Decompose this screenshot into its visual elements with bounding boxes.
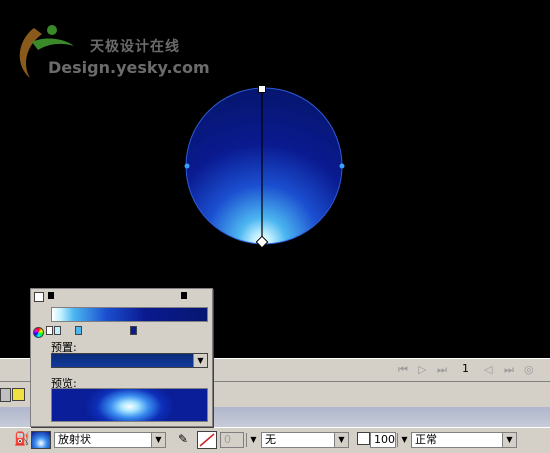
chevron-down-icon[interactable]: ▼ [502, 433, 516, 447]
stroke-style-select[interactable]: 无 ▼ [261, 432, 349, 448]
gradient-start-marker[interactable] [48, 292, 54, 299]
paint-bucket-icon[interactable]: ⛽ [14, 432, 30, 447]
stroke-width-value: 0 [224, 433, 231, 446]
color-pointer-dark[interactable] [130, 326, 137, 335]
color-pointer-lightblue[interactable] [54, 326, 61, 335]
alpha-icon [357, 432, 370, 445]
gradient-bar[interactable] [51, 307, 208, 322]
stroke-width-input[interactable]: 0 [220, 432, 244, 448]
fill-type-select[interactable]: 放射状 ▼ [54, 432, 166, 448]
chevron-down-icon[interactable]: ▼ [334, 433, 348, 447]
alpha-spinner[interactable]: ▼ [397, 433, 411, 447]
gradient-end-marker[interactable] [181, 292, 187, 299]
panel-expand-icon[interactable] [34, 292, 44, 302]
gradient-handle-top [258, 85, 266, 93]
blend-mode-value: 正常 [415, 433, 437, 446]
alpha-input[interactable]: 100 [370, 432, 396, 448]
loop-icon[interactable]: ◎ [524, 363, 534, 376]
stroke-color-swatch[interactable] [197, 431, 217, 449]
last-frame-icon[interactable]: ⏭ [437, 363, 447, 377]
chevron-down-icon[interactable]: ▼ [193, 354, 207, 367]
chevron-down-icon[interactable]: ▼ [151, 433, 165, 447]
stroke-width-spinner[interactable]: ▼ [246, 433, 260, 447]
first-frame-icon[interactable]: ⏮ [398, 363, 408, 377]
color-pointer-cyan[interactable] [75, 326, 82, 335]
next-frame-icon[interactable]: ⏭ [504, 363, 514, 377]
frame-number: 1 [462, 362, 469, 375]
fill-type-value: 放射状 [58, 433, 91, 446]
preset-select[interactable]: ▼ [51, 353, 208, 368]
pencil-icon[interactable]: ✎ [178, 432, 188, 446]
toolbar-icon[interactable] [0, 388, 11, 402]
gradient-editor-panel: 预置: ▼ 预览: [30, 288, 213, 427]
play-icon[interactable]: ▷ [418, 363, 426, 376]
gradient-handle-right [339, 163, 345, 169]
gradient-handle-left [184, 163, 190, 169]
prev-frame-icon[interactable]: ◁ [484, 363, 492, 376]
stroke-style-value: 无 [265, 433, 276, 446]
blend-mode-select[interactable]: 正常 ▼ [411, 432, 517, 448]
alpha-value: 100 [374, 433, 395, 446]
fill-color-swatch[interactable] [31, 431, 51, 449]
layer-icon[interactable] [12, 388, 25, 401]
gradient-preview [51, 388, 208, 422]
color-wheel-icon[interactable] [33, 327, 44, 338]
color-pointer-white[interactable] [46, 326, 53, 335]
properties-bar: ⛽ 放射状 ▼ ✎ 0 ▼ 无 ▼ 100 ▼ 正常 ▼ [0, 427, 550, 453]
